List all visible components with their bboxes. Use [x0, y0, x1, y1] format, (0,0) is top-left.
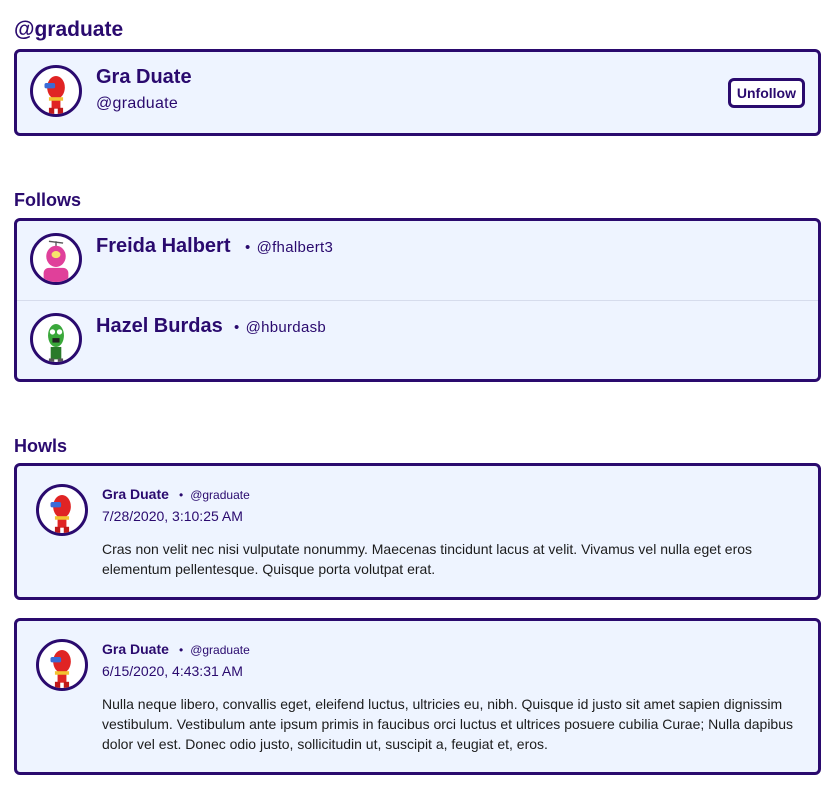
howl-timestamp: 7/28/2020, 3:10:25 AM [102, 508, 243, 524]
profile-handle: @graduate [96, 95, 179, 112]
red-robot-avatar-icon[interactable] [36, 639, 88, 691]
howl-body: Cras non velit nec nisi vulputate nonumm… [102, 541, 753, 577]
howl-author-name[interactable]: Gra Duate [102, 486, 169, 502]
red-robot-avatar-icon[interactable] [36, 484, 88, 536]
follow-name[interactable]: Hazel Burdas [96, 315, 223, 338]
howl-card: Gra Duate • @graduate 7/28/2020, 3:10:25 … [14, 463, 821, 600]
unfollow-button[interactable]: Unfollow [727, 78, 805, 108]
howl-author-name[interactable]: Gra Duate [102, 641, 169, 657]
howls-heading: Howls [14, 436, 68, 456]
page-title: @graduate [14, 18, 124, 41]
howl-card: Gra Duate • @graduate 6/15/2020, 4:43:31 … [14, 618, 821, 775]
howl-author-handle: • @graduate [179, 488, 250, 502]
follow-handle: • @fhalbert3 [245, 239, 334, 256]
follow-item[interactable]: Freida Halbert • @fhalbert3 [17, 221, 818, 301]
pink-robot-avatar-icon[interactable] [30, 233, 82, 285]
follow-name[interactable]: Freida Halbert [96, 235, 230, 258]
follow-handle-text: @hburdasb [245, 319, 327, 336]
howl-author-handle: • @graduate [179, 643, 250, 657]
follow-item[interactable]: Hazel Burdas • @hburdasb [17, 301, 818, 381]
howl-handle-text: @graduate [190, 488, 250, 502]
red-robot-avatar-icon[interactable] [30, 65, 82, 117]
follow-handle: • @hburdasb [234, 319, 327, 336]
howl-handle-text: @graduate [190, 643, 250, 657]
howl-timestamp: 6/15/2020, 4:43:31 AM [102, 663, 243, 679]
green-robot-avatar-icon[interactable] [30, 313, 82, 365]
follow-handle-text: @fhalbert3 [256, 239, 334, 256]
follows-heading: Follows [14, 190, 81, 210]
howl-body: Nulla neque libero, convallis eget, elei… [102, 696, 793, 752]
follows-list: Freida Halbert • @fhalbert3 Hazel Burdas … [14, 218, 821, 382]
profile-name: Gra Duate [96, 66, 192, 88]
profile-card: Gra Duate @graduate Unfollow [14, 49, 821, 136]
